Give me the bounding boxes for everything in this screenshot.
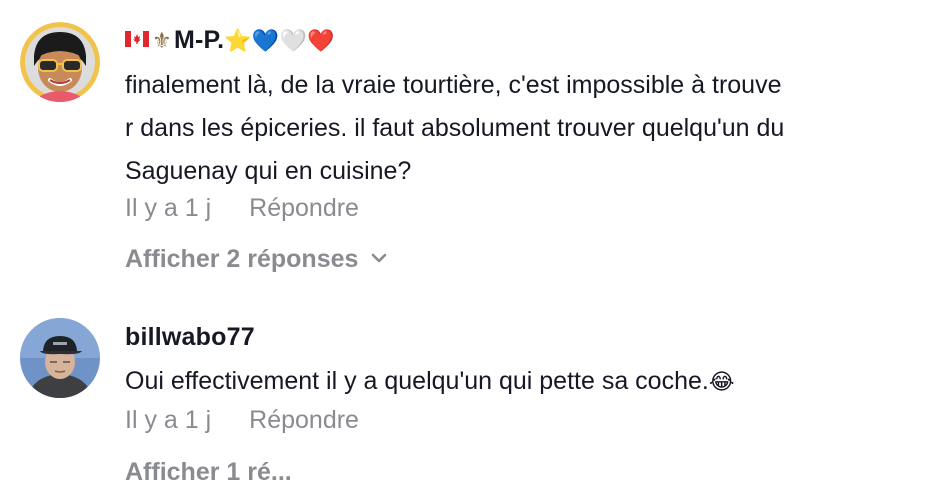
avatar[interactable] xyxy=(20,22,100,102)
comment-timestamp: Il y a 1 j xyxy=(125,194,212,222)
comment-text-line: r dans les épiceries. il faut absolument… xyxy=(125,114,785,142)
view-replies-label: Afficher 2 réponses xyxy=(125,245,359,273)
comment-meta: Il y a 1 j Répondre xyxy=(125,194,359,223)
fleur-de-lis-icon: ⚜ xyxy=(152,28,172,53)
comment-meta: Il y a 1 j Répondre xyxy=(125,406,359,435)
username-emoji: ⭐💙🤍❤️ xyxy=(224,28,335,53)
comment-username[interactable]: ⚜M-P.⭐💙🤍❤️ xyxy=(125,26,335,55)
comment-timestamp: Il y a 1 j xyxy=(125,406,212,434)
reply-button[interactable]: Répondre xyxy=(249,194,359,222)
comment-text-line: finalement là, de la vraie tourtière, c'… xyxy=(125,71,782,99)
comment-text: finalement là, de la vraie tourtière, c'… xyxy=(125,64,915,193)
reply-button[interactable]: Répondre xyxy=(249,406,359,434)
comment-text-line: Oui effectivement il y a quelqu'un qui p… xyxy=(125,367,709,395)
profile-photo-icon xyxy=(20,318,100,398)
avatar[interactable] xyxy=(20,318,100,398)
cartoon-avatar-icon xyxy=(20,22,100,102)
chevron-down-icon xyxy=(372,254,387,263)
comment-username[interactable]: billwabo77 xyxy=(125,323,255,352)
comment-text: Oui effectivement il y a quelqu'un qui p… xyxy=(125,360,915,403)
laughing-emoji-icon: 😂 xyxy=(708,369,735,394)
comment-text-line: Saguenay qui en cuisine? xyxy=(125,157,412,185)
username-text: M-P. xyxy=(173,26,225,54)
canada-flag-icon xyxy=(125,31,149,48)
view-replies-label: Afficher 1 ré... xyxy=(125,458,292,486)
view-replies-button[interactable]: Afficher 2 réponses xyxy=(125,245,388,274)
view-replies-button[interactable]: Afficher 1 ré... xyxy=(125,458,292,487)
